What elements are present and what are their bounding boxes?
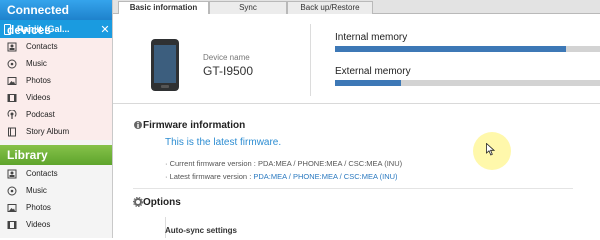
contacts-icon <box>7 169 17 179</box>
firmware-status: This is the latest firmware. <box>165 137 282 148</box>
library-item-label: Music <box>26 186 47 195</box>
auto-sync-settings-label: Auto-sync settings <box>165 226 238 235</box>
internal-memory-label: Internal memory <box>335 32 408 43</box>
mouse-cursor-icon <box>486 142 496 159</box>
sidebar-item-label: Videos <box>26 93 51 102</box>
tab-strip: Basic information Sync Back up/Restore <box>113 0 600 15</box>
photos-icon <box>7 76 17 86</box>
contacts-icon <box>7 42 17 52</box>
internal-memory-bar <box>335 46 600 52</box>
sidebar: Connected devices Ranjit (Gal... ✕ Conta… <box>0 0 113 238</box>
gear-icon <box>132 196 144 210</box>
sidebar-item-photos[interactable]: Photos <box>0 72 112 89</box>
library-item-label: Videos <box>26 220 51 229</box>
close-icon[interactable]: ✕ <box>98 23 112 36</box>
panel-divider <box>310 24 311 96</box>
sidebar-item-label: Photos <box>26 76 51 85</box>
library-item-music[interactable]: Music <box>0 182 112 199</box>
videos-icon <box>7 93 17 103</box>
info-icon <box>133 120 143 133</box>
connected-devices-header: Connected devices <box>0 0 112 37</box>
sidebar-item-story-album[interactable]: Story Album <box>0 123 112 140</box>
latest-firmware-line: · Latest firmware version : PDA:MEA / PH… <box>165 172 398 181</box>
sidebar-item-label: Contacts <box>26 42 58 51</box>
sidebar-item-label: Music <box>26 59 47 68</box>
external-memory-label: External memory <box>335 66 411 77</box>
latest-firmware-value[interactable]: PDA:MEA / PHONE:MEA / CSC:MEA (INU) <box>253 172 397 181</box>
external-memory-fill <box>335 80 402 86</box>
library-item-label: Photos <box>26 203 51 212</box>
device-info-panel: Device name GT-I9500 Internal memory Ext… <box>113 14 600 104</box>
music-icon <box>7 59 17 69</box>
library-item-videos[interactable]: Videos <box>0 216 112 233</box>
sidebar-item-podcast[interactable]: Podcast <box>0 106 112 123</box>
sidebar-item-videos[interactable]: Videos <box>0 89 112 106</box>
device-name-label: Device name <box>203 53 250 62</box>
library-item-contacts[interactable]: Contacts <box>0 165 112 182</box>
tab-basic-information[interactable]: Basic information <box>118 1 209 15</box>
library-item-photos[interactable]: Photos <box>0 199 112 216</box>
external-memory-bar <box>335 80 600 86</box>
sidebar-item-label: Podcast <box>26 110 55 119</box>
podcast-icon <box>7 109 17 120</box>
music-icon <box>7 186 17 196</box>
options-section-title: Options <box>143 197 181 208</box>
sidebar-item-music[interactable]: Music <box>0 55 112 72</box>
current-firmware-line: · Current firmware version : PDA:MEA / P… <box>165 159 402 168</box>
latest-firmware-label: · Latest firmware version : <box>165 172 254 181</box>
tab-backup-restore[interactable]: Back up/Restore <box>287 1 373 14</box>
videos-icon <box>7 220 17 230</box>
firmware-section-title: Firmware information <box>143 120 246 131</box>
phone-image <box>151 39 179 91</box>
phone-icon <box>4 23 11 35</box>
device-model: GT-I9500 <box>203 64 254 78</box>
internal-memory-fill <box>335 46 566 52</box>
photos-icon <box>7 203 17 213</box>
story-album-icon <box>7 127 17 137</box>
library-item-label: Contacts <box>26 169 58 178</box>
section-divider <box>133 188 573 189</box>
library-header: Library <box>0 145 112 165</box>
sidebar-item-label: Story Album <box>26 127 70 136</box>
sidebar-item-contacts[interactable]: Contacts <box>0 38 112 55</box>
current-firmware-value: PDA:MEA / PHONE:MEA / CSC:MEA (INU) <box>257 159 403 168</box>
tab-sync[interactable]: Sync <box>209 1 287 14</box>
device-item-label: Ranjit (Gal... <box>17 24 70 34</box>
current-firmware-label: · Current firmware version : <box>165 159 258 168</box>
